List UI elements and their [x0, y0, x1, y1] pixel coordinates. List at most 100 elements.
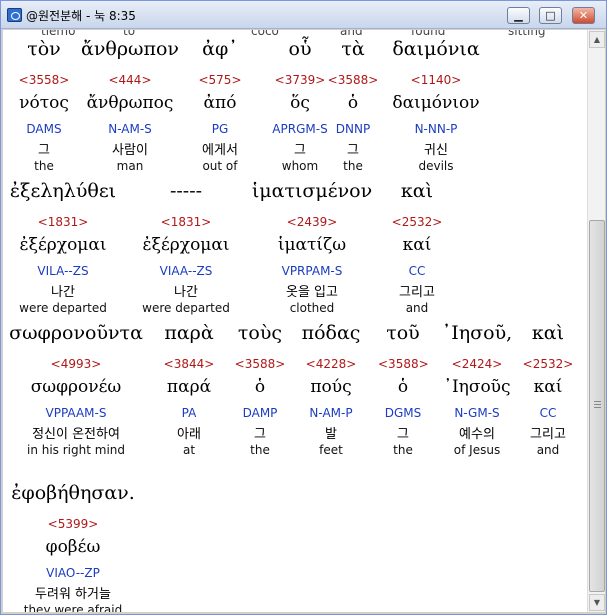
greek-word: ----- — [169, 180, 203, 202]
lemma: παρά — [166, 377, 212, 397]
lemma: φοβέω — [45, 537, 101, 557]
morphology-code: VIAA--ZS — [159, 264, 213, 278]
english-gloss: man — [116, 159, 144, 173]
word-cell[interactable]: καὶ <2532> καί CC 그리고 and — [521, 322, 576, 462]
lemma: ἱματίζω — [277, 235, 347, 255]
word-cell[interactable]: ἱματισμένον <2439> ἱματίζω VPRPAM-S 옷을 입고 clo… — [242, 180, 382, 320]
scroll-up-button[interactable]: ▲ — [589, 31, 605, 48]
greek-word: πόδας — [301, 322, 361, 344]
korean-gloss: 예수의 — [459, 427, 495, 442]
korean-gloss: 그 — [397, 427, 409, 442]
minimize-icon: ▁ — [514, 9, 523, 22]
greek-word: τοῦ — [386, 322, 420, 344]
scroll-down-button[interactable]: ▼ — [589, 594, 605, 611]
morphology-code: DNNP — [335, 122, 371, 136]
vertical-scrollbar[interactable]: ▲ ▼ — [587, 30, 605, 612]
strong-number-link[interactable]: <3844> — [154, 357, 224, 371]
word-cell[interactable]: ἄνθρωπον <444> ἄνθρωπος N-AM-S 사람이 man — [75, 38, 185, 178]
lemma: ᾽Ιησοῦς — [443, 377, 511, 397]
lemma: ἀπό — [203, 93, 237, 113]
word-cell[interactable]: παρὰ <3844> παρά PA 아래 at — [154, 322, 224, 462]
strong-number-link[interactable]: <2532> — [387, 215, 447, 229]
morphology-code: DGMS — [384, 406, 422, 420]
morphology-code: N-NN-P — [414, 122, 458, 136]
word-cell[interactable]: σωφρονοῦντα <4993> σωφρονέω VPPAAM-S 정신이 온전하… — [6, 322, 146, 462]
strong-number-link[interactable]: <4228> — [291, 357, 371, 371]
morphology-code: VIAO--ZP — [46, 566, 100, 580]
title-bar[interactable]: @원전분해 - 눅 8:35 ▁ □ ✕ — [1, 1, 606, 29]
strong-number-link[interactable]: <2424> — [437, 357, 517, 371]
clipped-text: to — [123, 30, 136, 38]
morphology-code: PG — [211, 122, 229, 136]
strong-number-link[interactable]: <1831> — [3, 215, 123, 229]
lemma: ἐξέρχομαι — [19, 235, 107, 255]
greek-word: καὶ — [531, 322, 565, 344]
english-gloss: in his right mind — [26, 443, 125, 457]
strong-number-link[interactable]: <3588> — [230, 357, 290, 371]
strong-number-link[interactable]: <4993> — [6, 357, 146, 371]
maximize-button[interactable]: □ — [539, 7, 562, 24]
korean-gloss: 아래 — [177, 427, 201, 442]
clipped-text: and — [340, 30, 363, 38]
morphology-code: DAMS — [26, 122, 62, 136]
korean-gloss: 에게서 — [202, 143, 238, 158]
morphology-code: CC — [539, 406, 557, 420]
strong-number-link[interactable]: <3588> — [326, 73, 381, 87]
close-button[interactable]: ✕ — [572, 7, 595, 24]
strong-number-link[interactable]: <5399> — [3, 517, 143, 531]
korean-gloss: 그 — [38, 143, 50, 158]
korean-gloss: 그 — [254, 427, 266, 442]
word-cell[interactable]: ----- <1831> ἐξέρχομαι VIAA--ZS 나간 were depar… — [131, 180, 241, 320]
word-cell[interactable]: ἐφοβήθησαν. <5399> φοβέω VIAO--ZP 두려워 하거늘 the… — [3, 482, 143, 612]
english-gloss: devils — [418, 159, 454, 173]
strong-number-link[interactable]: <3588> — [378, 357, 429, 371]
word-cell[interactable]: ἀφ᾽ <575> ἀπό PG 에게서 out of — [185, 38, 255, 178]
strong-number-link[interactable]: <444> — [75, 73, 185, 87]
morphology-code: N-AM-P — [309, 406, 353, 420]
korean-gloss: 그리고 — [530, 427, 566, 442]
clipped-text: coco — [251, 30, 279, 38]
greek-word: σωφρονοῦντα — [9, 322, 143, 344]
korean-gloss: 옷을 입고 — [286, 285, 338, 300]
morphology-code: DAMP — [242, 406, 278, 420]
english-gloss: of Jesus — [453, 443, 501, 457]
scroll-thumb[interactable] — [589, 220, 605, 592]
strong-number-link[interactable]: <1831> — [131, 215, 241, 229]
greek-word: ἀφ᾽ — [202, 38, 238, 60]
maximize-icon: □ — [545, 9, 556, 22]
korean-gloss: 정신이 온전하여 — [32, 427, 120, 442]
korean-gloss: 귀신 — [424, 143, 448, 158]
strong-number-link[interactable]: <3558> — [9, 73, 79, 87]
word-cell[interactable]: ᾽Ιησοῦ, <2424> ᾽Ιησοῦς N-GM-S 예수의 of Jesus — [437, 322, 517, 462]
word-cell[interactable]: τὰ <3588> ὁ DNNP 그 the — [326, 38, 381, 178]
strong-number-link[interactable]: <575> — [185, 73, 255, 87]
korean-gloss: 두려워 하거늘 — [35, 587, 111, 602]
word-cell[interactable]: τοῦ <3588> ὁ DGMS 그 the — [378, 322, 429, 462]
korean-gloss: 나간 — [174, 285, 198, 300]
english-gloss: they were afraid — [23, 603, 123, 612]
strong-number-link[interactable]: <2439> — [242, 215, 382, 229]
english-gloss: feet — [319, 443, 343, 457]
word-cell[interactable]: ἐξεληλύθει <1831> ἐξέρχομαι VILA--ZS 나간 were … — [3, 180, 123, 320]
korean-gloss: 사람이 — [112, 143, 148, 158]
greek-word: ἐξεληλύθει — [9, 180, 117, 202]
greek-word: ᾽Ιησοῦ, — [441, 322, 513, 344]
app-icon — [7, 8, 22, 22]
word-cell[interactable]: τοὺς <3588> ὁ DAMP 그 the — [230, 322, 290, 462]
greek-word: ἄνθρωπον — [81, 38, 179, 60]
lemma: σωφρονέω — [30, 377, 122, 397]
word-cell[interactable]: καὶ <2532> καί CC 그리고 and — [387, 180, 447, 320]
greek-word: παρὰ — [164, 322, 214, 344]
english-gloss: the — [250, 443, 270, 457]
korean-gloss: 그 — [347, 143, 359, 158]
strong-number-link[interactable]: <1140> — [381, 73, 491, 87]
word-cell[interactable]: πόδας <4228> πούς N-AM-P 발 feet — [291, 322, 371, 462]
minimize-button[interactable]: ▁ — [507, 7, 530, 24]
greek-word: δαιμόνια — [392, 38, 480, 60]
strong-number-link[interactable]: <2532> — [521, 357, 576, 371]
english-gloss: and — [405, 301, 429, 315]
lemma: καί — [402, 235, 432, 255]
english-gloss: the — [393, 443, 413, 457]
word-cell[interactable]: τὸν <3558> νότος DAMS 그 the — [9, 38, 79, 178]
word-cell[interactable]: δαιμόνια <1140> δαιμόνιον N-NN-P 귀신 devils — [381, 38, 491, 178]
